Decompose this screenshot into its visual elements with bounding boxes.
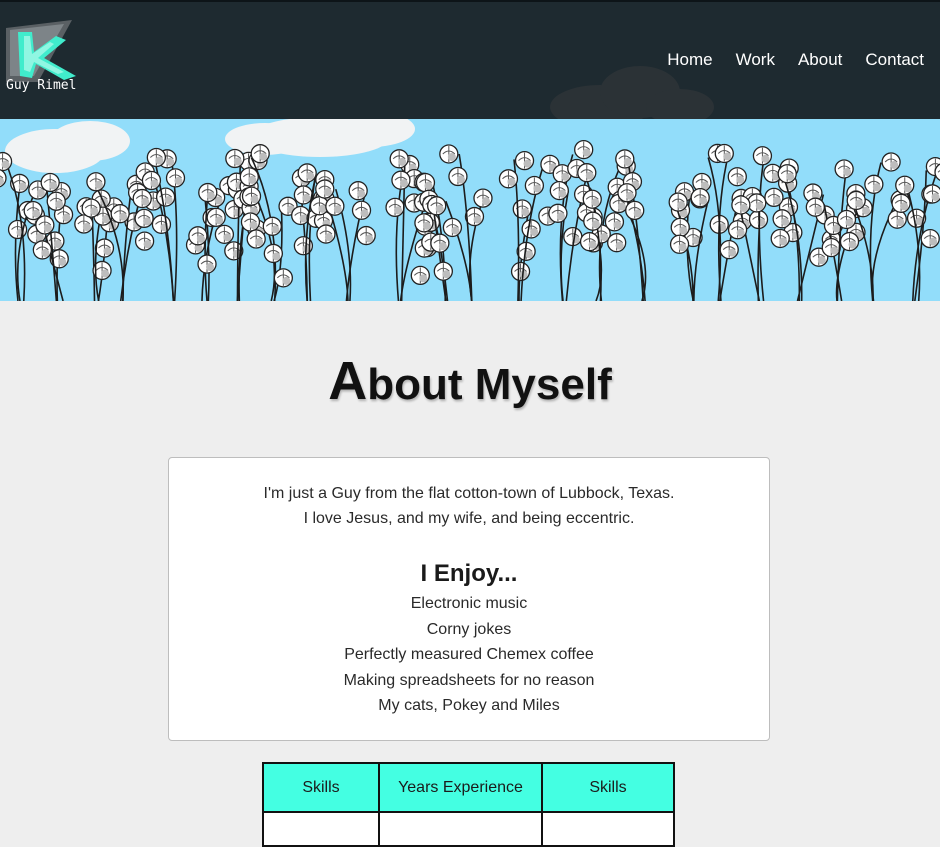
page-title-initial: A [328,351,368,411]
cotton-plant-decoration [891,156,940,301]
cotton-plant-decoration [132,147,186,301]
intro-text: I'm just a Guy from the flat cotton-town… [169,481,769,531]
cotton-field-illustration [0,119,940,301]
nav-about-link[interactable]: About [798,50,842,70]
list-item: My cats, Pokey and Miles [378,697,560,715]
column-header: Skills [541,762,675,813]
table-cell [262,811,380,847]
about-card: I'm just a Guy from the flat cotton-town… [168,457,770,741]
cotton-plant-decoration [498,151,560,301]
cotton-plant-decoration [309,179,376,301]
page-title-rest: bout Myself [367,360,612,409]
table-cell [541,811,675,847]
list-item: Perfectly measured Chemex coffee [344,646,594,664]
site-logo[interactable]: Guy Rimel [4,16,94,96]
nav-home-link[interactable]: Home [667,50,712,70]
nav-work-link[interactable]: Work [736,50,775,70]
page-title: About Myself [0,350,940,412]
table-cell [378,811,543,847]
cotton-field-banner [0,119,940,301]
list-item: Electronic music [410,595,528,612]
logo-icon [6,20,76,82]
cotton-plant-decoration [239,144,298,301]
enjoy-heading: I Enjoy... [420,560,518,587]
list-item: Making spreadsheets for no reason [343,671,595,689]
table-header-row: Skills Years Experience Skills [262,762,675,813]
cloud-decoration [50,121,130,161]
skills-table: Skills Years Experience Skills [262,762,675,847]
nav-contact-link[interactable]: Contact [865,50,924,70]
logo-text: Guy Rimel [6,78,77,93]
list-item: Corny jokes [426,620,512,638]
table-row [262,811,675,847]
enjoy-list: Electronic music Corny jokes Perfectly m… [169,591,769,719]
site-header: Guy Rimel Home Work About Contact [0,0,940,119]
dark-cloud-decoration [550,66,714,119]
intro-line: I love Jesus, and my wife, and being ecc… [303,510,635,527]
main-nav: Home Work About Contact [644,50,924,70]
column-header: Skills [262,762,380,813]
intro-line: I'm just a Guy from the flat cotton-town… [263,485,675,502]
column-header: Years Experience [378,762,543,813]
